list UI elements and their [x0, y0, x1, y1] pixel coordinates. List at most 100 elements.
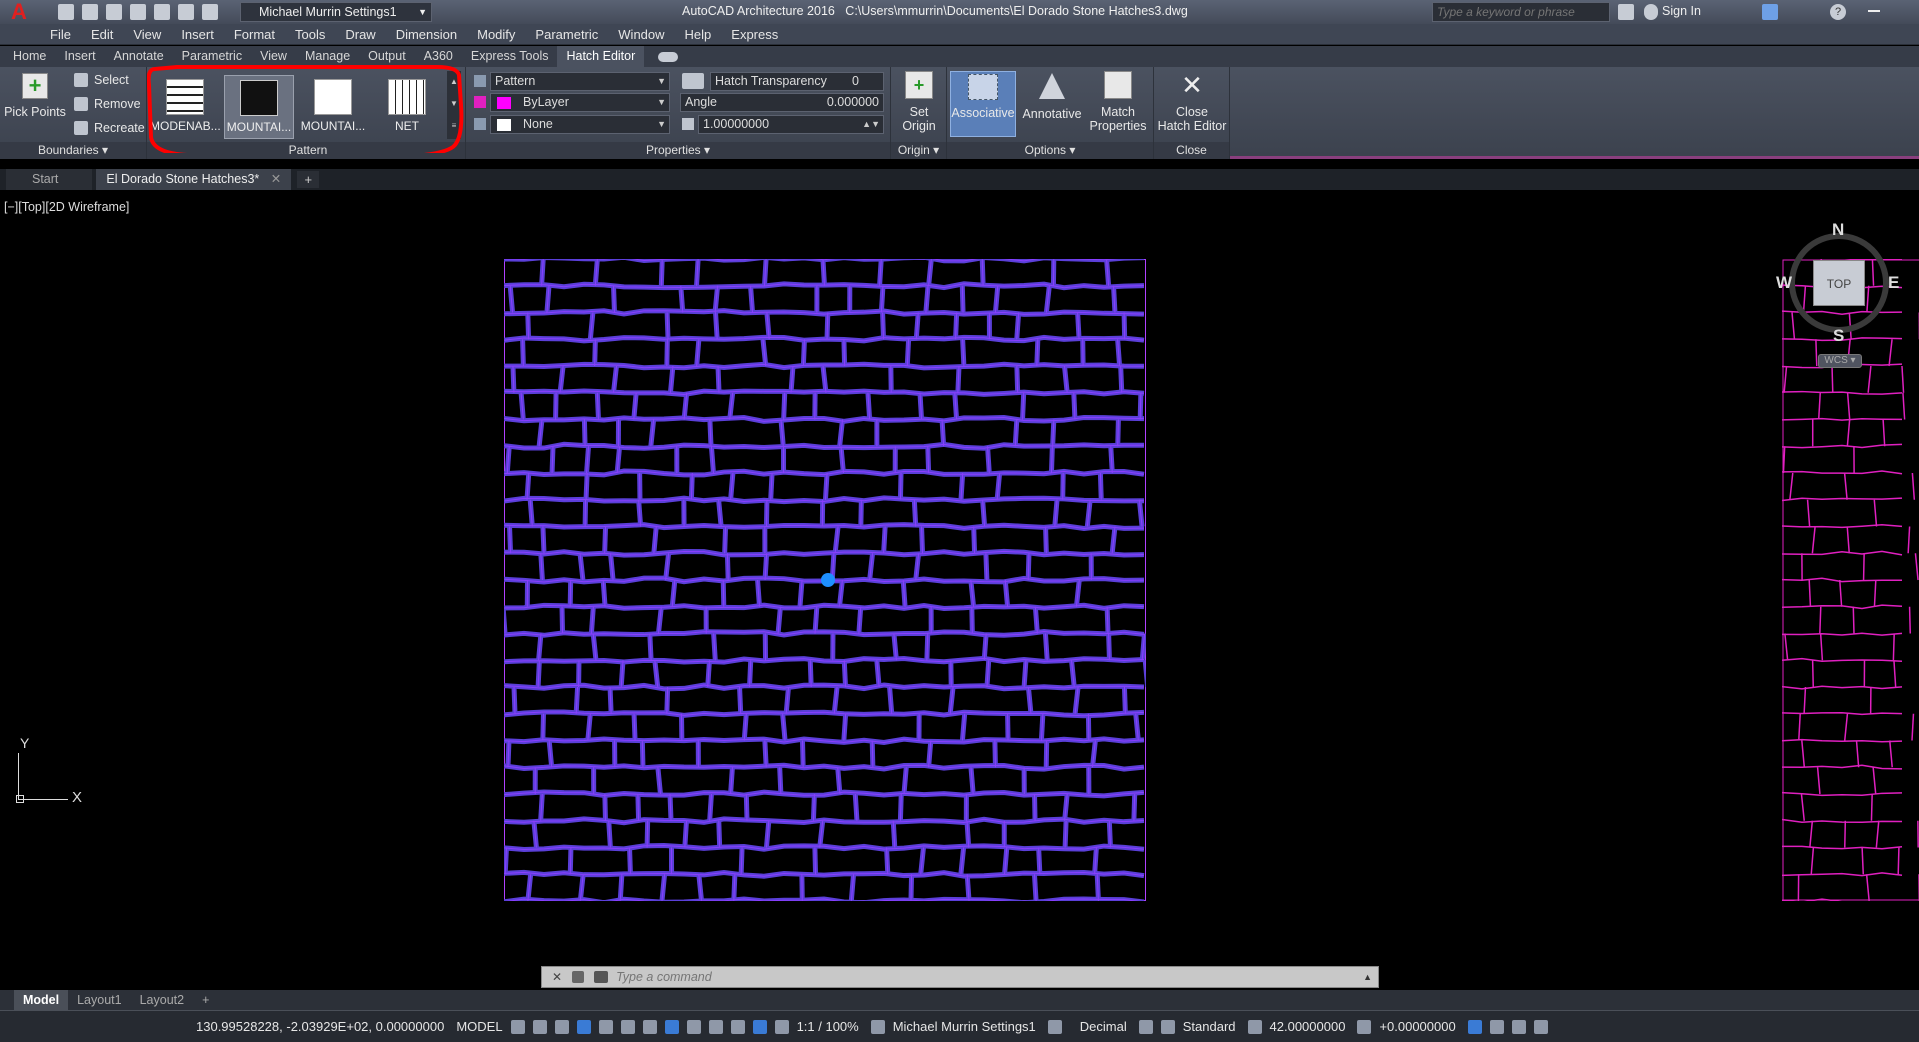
hatch-color-dropdown[interactable]: ByLayer ▼	[490, 93, 670, 112]
dynamic-ucs-icon[interactable]	[730, 1019, 745, 1034]
customization-menu-icon[interactable]	[1533, 1019, 1548, 1034]
pick-points-button[interactable]: + Pick Points	[4, 73, 66, 119]
command-history-icon[interactable]: ▲	[1363, 972, 1372, 982]
transparency-toggle-icon[interactable]	[664, 1019, 679, 1034]
annotation-monitor-icon[interactable]	[1047, 1019, 1062, 1034]
annotation-scale-icon[interactable]	[774, 1019, 789, 1034]
new-icon[interactable]	[58, 4, 74, 20]
open-icon[interactable]	[82, 4, 98, 20]
otrack-icon[interactable]	[620, 1019, 635, 1034]
wcs-button[interactable]: WCS ▾	[1818, 354, 1862, 368]
transparency-icon[interactable]	[682, 73, 704, 89]
binoculars-icon[interactable]	[1618, 4, 1634, 20]
command-input[interactable]	[616, 968, 1364, 986]
save-as-icon[interactable]	[130, 4, 146, 20]
ribbon-options-icon[interactable]	[658, 51, 679, 62]
tab-annotate[interactable]: Annotate	[105, 46, 173, 67]
menu-window[interactable]: Window	[608, 27, 674, 42]
doc-tab-el-dorado[interactable]: El Dorado Stone Hatches3* ✕	[96, 169, 292, 190]
elevation-readout[interactable]: 42.00000000	[1270, 1019, 1346, 1034]
properties-panel-title[interactable]: Properties ▾	[466, 142, 890, 159]
annotation-visibility-icon[interactable]	[752, 1019, 767, 1034]
menu-tools[interactable]: Tools	[285, 27, 335, 42]
origin-panel-title[interactable]: Origin ▾	[891, 142, 946, 159]
workspace-status[interactable]: Michael Murrin Settings1	[893, 1019, 1036, 1034]
grid-icon[interactable]	[510, 1019, 525, 1034]
scale-spinner-icon[interactable]: ▲▼	[862, 116, 880, 133]
set-origin-button[interactable]: + Set Origin	[893, 71, 945, 133]
selection-cycling-icon[interactable]	[686, 1019, 701, 1034]
tab-manage[interactable]: Manage	[296, 46, 359, 67]
tab-parametric[interactable]: Parametric	[173, 46, 251, 67]
scale-readout[interactable]: 1:1 / 100%	[797, 1019, 859, 1034]
tab-hatch-editor[interactable]: Hatch Editor	[557, 46, 645, 67]
doc-tab-start[interactable]: Start	[6, 169, 93, 190]
offset-icon[interactable]	[1357, 1019, 1372, 1034]
menu-help[interactable]: Help	[675, 27, 722, 42]
menu-express[interactable]: Express	[721, 27, 788, 42]
save-icon[interactable]	[106, 4, 122, 20]
viewcube[interactable]: N S W E TOP WCS ▾	[1776, 220, 1902, 368]
model-space-button[interactable]: MODEL	[456, 1019, 502, 1034]
close-command-icon[interactable]: ✕	[552, 970, 562, 984]
annotation-style-readout[interactable]: Standard	[1183, 1019, 1236, 1034]
annotative-button[interactable]: Annotative	[1019, 73, 1085, 121]
menu-dimension[interactable]: Dimension	[386, 27, 467, 42]
polar-icon[interactable]	[576, 1019, 591, 1034]
search-input[interactable]	[1432, 2, 1610, 22]
menu-draw[interactable]: Draw	[335, 27, 385, 42]
add-layout-button[interactable]: +	[193, 990, 218, 1010]
ortho-icon[interactable]	[554, 1019, 569, 1034]
angle-field[interactable]: Angle 0.000000	[680, 93, 884, 112]
units-readout[interactable]: Decimal	[1080, 1019, 1127, 1034]
help-icon[interactable]: ?	[1830, 4, 1846, 20]
lock-ui-icon[interactable]	[1160, 1019, 1175, 1034]
tab-insert[interactable]: Insert	[55, 46, 104, 67]
print-icon[interactable]	[154, 4, 170, 20]
coordinates-readout[interactable]: 130.99528228, -2.03929E+02, 0.00000000	[196, 1019, 444, 1034]
hatch-drawing[interactable]	[504, 259, 1146, 901]
menu-format[interactable]: Format	[224, 27, 285, 42]
compass-east[interactable]: E	[1888, 273, 1899, 293]
elevation-icon[interactable]	[1247, 1019, 1262, 1034]
lineweight-icon[interactable]	[642, 1019, 657, 1034]
compass-south[interactable]: S	[1833, 326, 1844, 346]
tab-output[interactable]: Output	[359, 46, 415, 67]
associative-button[interactable]: Associative	[950, 71, 1016, 137]
workspace-selector[interactable]: Michael Murrin Settings1 ▼	[240, 2, 432, 22]
customize-icon[interactable]	[572, 971, 585, 983]
viewport-label[interactable]: [−][Top][2D Wireframe]	[4, 200, 129, 214]
workspace-gear-icon[interactable]	[870, 1019, 885, 1034]
recreate-button[interactable]: Recreate	[74, 121, 145, 135]
close-hatch-editor-button[interactable]: ✕ Close Hatch Editor	[1156, 71, 1228, 133]
compass-west[interactable]: W	[1776, 273, 1792, 293]
boundaries-panel-title[interactable]: Boundaries ▾	[0, 142, 146, 159]
clean-screen-icon[interactable]	[1511, 1019, 1526, 1034]
match-properties-button[interactable]: Match Properties	[1085, 71, 1151, 133]
tab-layout2[interactable]: Layout2	[131, 990, 193, 1010]
undo-icon[interactable]	[178, 4, 194, 20]
hatch-type-dropdown[interactable]: Pattern ▼	[490, 72, 670, 91]
tab-model[interactable]: Model	[14, 990, 69, 1010]
background-color-dropdown[interactable]: None ▼	[490, 115, 670, 134]
tab-express-tools[interactable]: Express Tools	[462, 46, 558, 67]
hardware-acceleration-icon[interactable]	[1489, 1019, 1504, 1034]
scale-field[interactable]: 1.00000000 ▲▼	[698, 115, 884, 134]
exchange-icon[interactable]	[1762, 4, 1778, 20]
menu-modify[interactable]: Modify	[467, 27, 525, 42]
snap-icon[interactable]	[532, 1019, 547, 1034]
quick-properties-icon[interactable]	[1138, 1019, 1153, 1034]
menu-view[interactable]: View	[123, 27, 171, 42]
hatch-grip[interactable]	[821, 573, 835, 587]
minimize-icon[interactable]	[1868, 10, 1880, 12]
drawing-viewport[interactable]: [−][Top][2D Wireframe] N S W E TOP WCS ▾…	[0, 190, 1919, 988]
compass-north[interactable]: N	[1832, 220, 1844, 240]
offset-readout[interactable]: +0.00000000	[1379, 1019, 1455, 1034]
menu-file[interactable]: File	[40, 27, 81, 42]
isolate-objects-icon[interactable]	[1467, 1019, 1482, 1034]
tab-a360[interactable]: A360	[415, 46, 462, 67]
viewcube-top-face[interactable]: TOP	[1813, 260, 1865, 306]
tab-layout1[interactable]: Layout1	[68, 990, 130, 1010]
autocad-logo-icon[interactable]: A	[4, 1, 34, 24]
menu-insert[interactable]: Insert	[171, 27, 224, 42]
